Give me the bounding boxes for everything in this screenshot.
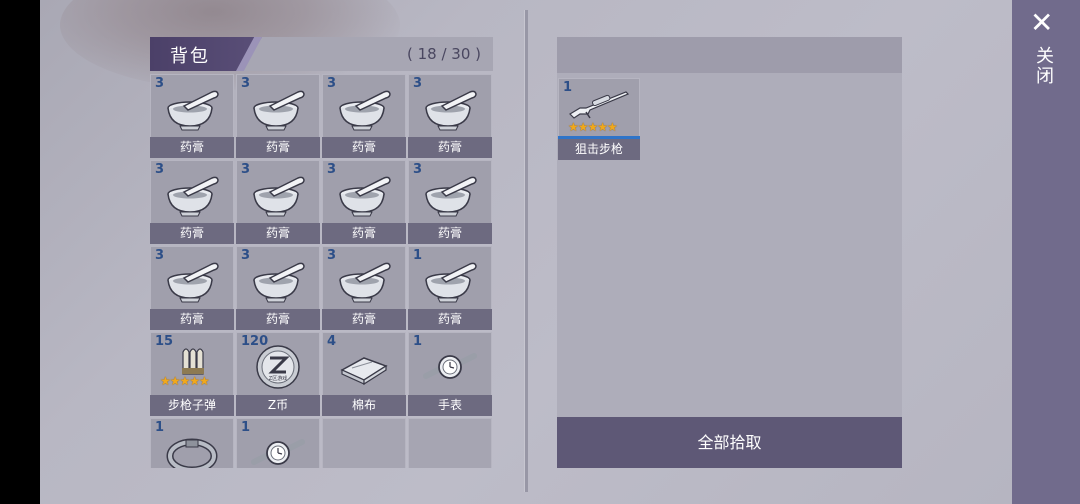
- close-sidebar[interactable]: ✕ 关闭: [1012, 0, 1080, 504]
- mortar-pestle-icon: [334, 84, 394, 134]
- mortar-pestle-icon: [420, 170, 480, 220]
- mortar-pestle-icon: [162, 84, 222, 134]
- z-coin-icon: Z区游戏: [248, 342, 308, 392]
- mortar-pestle-icon: [248, 170, 308, 220]
- backpack-slot[interactable]: 120 Z区游戏 Z币: [236, 332, 320, 416]
- backpack-slot[interactable]: 3 药膏: [322, 160, 406, 244]
- backpack-slot[interactable]: 3 药膏: [236, 74, 320, 158]
- sniper-rifle-icon: [569, 91, 630, 119]
- rarity-stars: ★★★★★: [568, 120, 618, 134]
- bracelet-icon: [162, 428, 222, 468]
- item-name: 药膏: [150, 309, 234, 330]
- item-name: 药膏: [322, 137, 406, 158]
- item-name: 棉布: [322, 395, 406, 416]
- mortar-pestle-icon: [420, 256, 480, 306]
- item-name: 药膏: [408, 309, 492, 330]
- backpack-slot[interactable]: 3 药膏: [150, 246, 234, 330]
- backpack-grid: 3 药膏 3 药膏 3 药膏 3 药膏 3 药膏 3 药膏 3 药膏 3 药膏 3 药膏 3 药膏 3 药膏 1 药膏 15 ★★…: [150, 74, 493, 468]
- backpack-slot[interactable]: 3 药膏: [150, 74, 234, 158]
- loot-panel: 1 ★★★★★ 狙击步枪 全部拾取: [557, 37, 902, 468]
- wristwatch-icon: [248, 428, 308, 468]
- mortar-pestle-icon: [420, 84, 480, 134]
- backpack-capacity: ( 18 / 30 ): [406, 45, 481, 63]
- panel-divider: [524, 10, 528, 492]
- backpack-title: 背包: [170, 46, 210, 67]
- mortar-pestle-icon: [162, 170, 222, 220]
- item-name: 药膏: [408, 137, 492, 158]
- coin-text: Z区游戏: [269, 375, 287, 382]
- game-scene: 背包 ( 18 / 30 ) 3 药膏 3 药膏 3 药膏 3 药膏 3 药膏 3 药膏 3 药膏 3 药膏 3…: [40, 0, 1012, 504]
- backpack-slot[interactable]: 1: [236, 418, 320, 468]
- backpack-slot[interactable]: 3 药膏: [322, 246, 406, 330]
- empty-slot: [408, 418, 492, 468]
- backpack-slot[interactable]: 15 ★★★★★ 步枪子弹: [150, 332, 234, 416]
- item-name: 狙击步枪: [558, 139, 640, 160]
- item-name: 药膏: [236, 137, 320, 158]
- cotton-cloth-icon: [334, 342, 394, 392]
- backpack-slot[interactable]: 1 药膏: [408, 246, 492, 330]
- item-name: 药膏: [322, 223, 406, 244]
- backpack-slot[interactable]: 3 药膏: [408, 160, 492, 244]
- item-name: 药膏: [322, 309, 406, 330]
- item-name: 药膏: [150, 137, 234, 158]
- empty-slot: [322, 418, 406, 468]
- item-name: Z币: [236, 395, 320, 416]
- pickup-all-button[interactable]: 全部拾取: [557, 417, 902, 468]
- backpack-header: 背包 ( 18 / 30 ): [150, 37, 493, 71]
- backpack-slot[interactable]: 3 药膏: [322, 74, 406, 158]
- backpack-slot[interactable]: 3 药膏: [408, 74, 492, 158]
- backpack-slot[interactable]: 1 手表: [408, 332, 492, 416]
- mortar-pestle-icon: [334, 256, 394, 306]
- backpack-slot[interactable]: 3 药膏: [236, 160, 320, 244]
- backpack-slot[interactable]: 4 棉布: [322, 332, 406, 416]
- item-name: 药膏: [236, 309, 320, 330]
- rarity-stars: ★★★★★: [160, 374, 210, 388]
- loot-item-slot[interactable]: 1 ★★★★★ 狙击步枪: [558, 78, 640, 160]
- wristwatch-icon: [420, 342, 480, 392]
- mortar-pestle-icon: [248, 256, 308, 306]
- backpack-slot[interactable]: 3 药膏: [236, 246, 320, 330]
- mortar-pestle-icon: [248, 84, 308, 134]
- item-name: 药膏: [236, 223, 320, 244]
- loot-header: [557, 37, 902, 73]
- backpack-slot[interactable]: 1: [150, 418, 234, 468]
- backpack-slot[interactable]: 3 药膏: [150, 160, 234, 244]
- close-label[interactable]: 关闭: [1033, 46, 1054, 86]
- item-name: 手表: [408, 395, 492, 416]
- close-icon[interactable]: ✕: [1030, 8, 1053, 38]
- mortar-pestle-icon: [334, 170, 394, 220]
- item-name: 药膏: [150, 223, 234, 244]
- mortar-pestle-icon: [162, 256, 222, 306]
- item-name: 步枪子弹: [150, 395, 234, 416]
- item-name: 药膏: [408, 223, 492, 244]
- backpack-panel: 背包 ( 18 / 30 ) 3 药膏 3 药膏 3 药膏 3 药膏 3 药膏 3 药膏 3 药膏 3 药膏 3…: [150, 37, 493, 468]
